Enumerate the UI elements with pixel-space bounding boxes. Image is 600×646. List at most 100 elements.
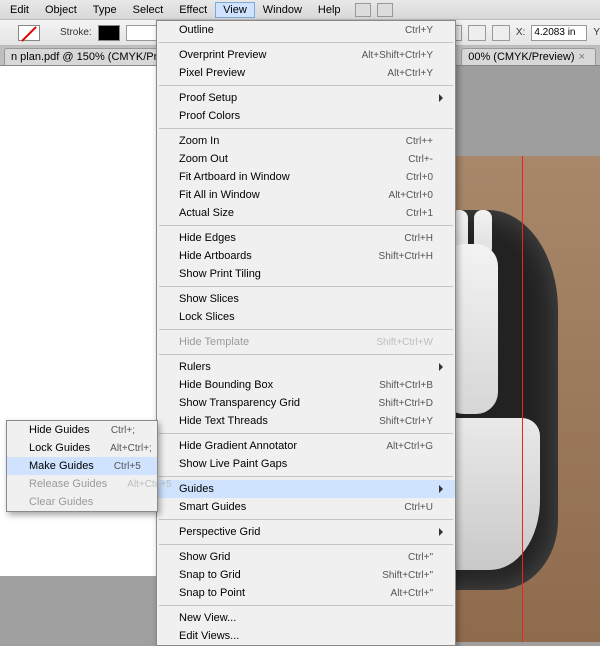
transform-icon[interactable] — [492, 25, 510, 41]
menu-separator — [159, 433, 453, 434]
menu-item-shortcut: Shift+Ctrl+H — [379, 251, 433, 262]
view-menu-item[interactable]: OutlineCtrl+Y — [157, 21, 455, 39]
menu-item-label: Lock Guides — [29, 442, 110, 454]
menu-item-label: Fit Artboard in Window — [179, 171, 406, 183]
arrange-icon[interactable] — [377, 3, 393, 17]
menu-item-label: Zoom Out — [179, 153, 408, 165]
view-menu-item[interactable]: Show Live Paint Gaps — [157, 455, 455, 473]
menu-item-shortcut: Ctrl+" — [408, 552, 433, 563]
menu-item-label: Proof Colors — [179, 110, 433, 122]
view-menu-item[interactable]: Zoom InCtrl++ — [157, 132, 455, 150]
menu-item-shortcut: Ctrl+Y — [405, 25, 433, 36]
view-menu-item[interactable]: Overprint PreviewAlt+Shift+Ctrl+Y — [157, 46, 455, 64]
menu-item-label: Hide Guides — [29, 424, 111, 436]
menu-item-label: Rulers — [179, 361, 433, 373]
menu-separator — [159, 42, 453, 43]
menu-separator — [159, 329, 453, 330]
view-menu-item[interactable]: Hide Bounding BoxShift+Ctrl+B — [157, 376, 455, 394]
view-menu-item[interactable]: Show GridCtrl+" — [157, 548, 455, 566]
view-menu-item[interactable]: Show Print Tiling — [157, 265, 455, 283]
menu-item-shortcut: Alt+Ctrl+" — [391, 588, 433, 599]
view-menu-item[interactable]: Lock Slices — [157, 308, 455, 326]
guides-submenu-item: Clear Guides — [7, 493, 157, 511]
x-label: X: — [516, 27, 525, 38]
stroke-label: Stroke: — [60, 27, 92, 38]
guides-submenu-item[interactable]: Lock GuidesAlt+Ctrl+; — [7, 439, 157, 457]
menu-effect[interactable]: Effect — [171, 2, 215, 18]
menu-object[interactable]: Object — [37, 2, 85, 18]
menu-item-label: Show Live Paint Gaps — [179, 458, 433, 470]
menu-item-shortcut: Ctrl++ — [406, 136, 433, 147]
menu-item-label: Actual Size — [179, 207, 406, 219]
guides-submenu-item[interactable]: Hide GuidesCtrl+; — [7, 421, 157, 439]
menu-item-label: Proof Setup — [179, 92, 433, 104]
menu-item-label: Hide Bounding Box — [179, 379, 379, 391]
menu-view[interactable]: View — [215, 2, 255, 18]
view-menu-item[interactable]: Edit Views... — [157, 627, 455, 645]
menu-item-label: New View... — [179, 612, 433, 624]
menu-item-label: Hide Gradient Annotator — [179, 440, 386, 452]
guides-submenu-item: Release GuidesAlt+Ctrl+5 — [7, 475, 157, 493]
menu-window[interactable]: Window — [255, 2, 310, 18]
menu-item-label: Hide Text Threads — [179, 415, 379, 427]
doc-layout-icon[interactable] — [355, 3, 371, 17]
view-menu-item[interactable]: Guides — [157, 480, 455, 498]
menu-item-label: Show Grid — [179, 551, 408, 563]
view-menu-item[interactable]: Hide Text ThreadsShift+Ctrl+Y — [157, 412, 455, 430]
vertical-guide[interactable] — [522, 156, 523, 642]
menu-edit[interactable]: Edit — [2, 2, 37, 18]
view-menu-item[interactable]: Show Transparency GridShift+Ctrl+D — [157, 394, 455, 412]
view-menu-item[interactable]: New View... — [157, 609, 455, 627]
menu-type[interactable]: Type — [85, 2, 125, 18]
view-menu-item[interactable]: Smart GuidesCtrl+U — [157, 498, 455, 516]
menu-item-label: Perspective Grid — [179, 526, 433, 538]
view-menu-item[interactable]: Proof Colors — [157, 107, 455, 125]
menu-item-label: Show Slices — [179, 293, 433, 305]
view-menu-item[interactable]: Proof Setup — [157, 89, 455, 107]
view-menu-item[interactable]: Fit Artboard in WindowCtrl+0 — [157, 168, 455, 186]
menu-separator — [159, 128, 453, 129]
y-label: Y — [593, 27, 600, 38]
view-menu-item[interactable]: Hide EdgesCtrl+H — [157, 229, 455, 247]
menu-separator — [159, 354, 453, 355]
view-menu-item[interactable]: Perspective Grid — [157, 523, 455, 541]
menu-item-label: Release Guides — [29, 478, 127, 490]
menu-separator — [159, 85, 453, 86]
close-icon[interactable]: × — [579, 51, 585, 63]
view-menu-item[interactable]: Hide ArtboardsShift+Ctrl+H — [157, 247, 455, 265]
menu-item-shortcut: Shift+Ctrl+Y — [379, 416, 433, 427]
menu-item-label: Overprint Preview — [179, 49, 362, 61]
menu-item-shortcut: Shift+Ctrl+" — [382, 570, 433, 581]
menu-separator — [159, 544, 453, 545]
fill-swatch[interactable] — [18, 25, 40, 41]
menu-item-shortcut: Alt+Ctrl+; — [110, 443, 152, 454]
menu-item-shortcut: Shift+Ctrl+D — [379, 398, 433, 409]
menu-item-shortcut: Shift+Ctrl+W — [376, 337, 433, 348]
menu-item-shortcut: Alt+Ctrl+Y — [387, 68, 433, 79]
view-dropdown: OutlineCtrl+Y Overprint PreviewAlt+Shift+… — [156, 20, 456, 646]
view-menu-item[interactable]: Zoom OutCtrl+- — [157, 150, 455, 168]
menu-item-label: Smart Guides — [179, 501, 404, 513]
view-menu-item[interactable]: Hide Gradient AnnotatorAlt+Ctrl+G — [157, 437, 455, 455]
stroke-swatch[interactable] — [98, 25, 120, 41]
menu-item-shortcut: Alt+Ctrl+G — [386, 441, 433, 452]
view-menu-item[interactable]: Show Slices — [157, 290, 455, 308]
view-menu-item[interactable]: Pixel PreviewAlt+Ctrl+Y — [157, 64, 455, 82]
view-menu-item[interactable]: Snap to GridShift+Ctrl+" — [157, 566, 455, 584]
stroke-weight-input[interactable] — [126, 25, 160, 41]
menu-item-shortcut: Ctrl+; — [111, 425, 135, 436]
menu-item-label: Hide Template — [179, 336, 376, 348]
view-menu-item[interactable]: Snap to PointAlt+Ctrl+" — [157, 584, 455, 602]
guides-submenu-item[interactable]: Make GuidesCtrl+5 — [7, 457, 157, 475]
menu-help[interactable]: Help — [310, 2, 349, 18]
view-menu-item[interactable]: Actual SizeCtrl+1 — [157, 204, 455, 222]
view-menu-item[interactable]: Rulers — [157, 358, 455, 376]
align-icon[interactable] — [468, 25, 486, 41]
menu-separator — [159, 476, 453, 477]
menu-select[interactable]: Select — [125, 2, 172, 18]
view-menu-item[interactable]: Fit All in WindowAlt+Ctrl+0 — [157, 186, 455, 204]
menu-item-label: Hide Artboards — [179, 250, 379, 262]
x-input[interactable]: 4.2083 in — [531, 25, 587, 41]
document-tab[interactable]: 00% (CMYK/Preview) × — [461, 48, 596, 65]
view-menu-item: Hide TemplateShift+Ctrl+W — [157, 333, 455, 351]
